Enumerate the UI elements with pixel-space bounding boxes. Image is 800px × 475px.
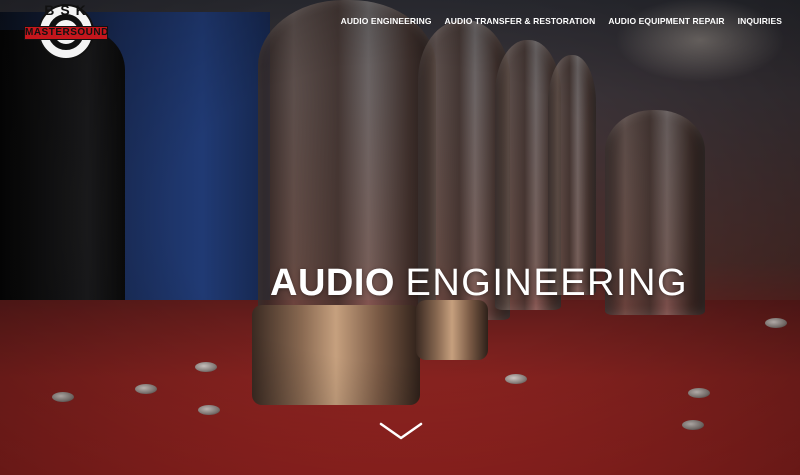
nav-item-inquiries[interactable]: INQUIRIES bbox=[738, 16, 782, 26]
vignette-overlay bbox=[0, 0, 800, 475]
site-logo[interactable]: BSK MASTERSOUND bbox=[24, 2, 109, 62]
main-navigation: AUDIO ENGINEERING AUDIO TRANSFER & RESTO… bbox=[341, 16, 782, 26]
chevron-down-icon[interactable] bbox=[379, 420, 423, 442]
nav-item-audio-transfer-restoration[interactable]: AUDIO TRANSFER & RESTORATION bbox=[445, 16, 596, 26]
logo-letters: BSK bbox=[44, 2, 92, 18]
hero-title: AUDIO ENGINEERING bbox=[270, 262, 688, 305]
hero-title-bold: AUDIO bbox=[270, 262, 395, 304]
hero-background bbox=[0, 0, 800, 475]
nav-item-audio-engineering[interactable]: AUDIO ENGINEERING bbox=[341, 16, 432, 26]
nav-item-audio-equipment-repair[interactable]: AUDIO EQUIPMENT REPAIR bbox=[608, 16, 724, 26]
hero-title-light: ENGINEERING bbox=[405, 262, 689, 304]
logo-banner: MASTERSOUND bbox=[24, 26, 109, 40]
